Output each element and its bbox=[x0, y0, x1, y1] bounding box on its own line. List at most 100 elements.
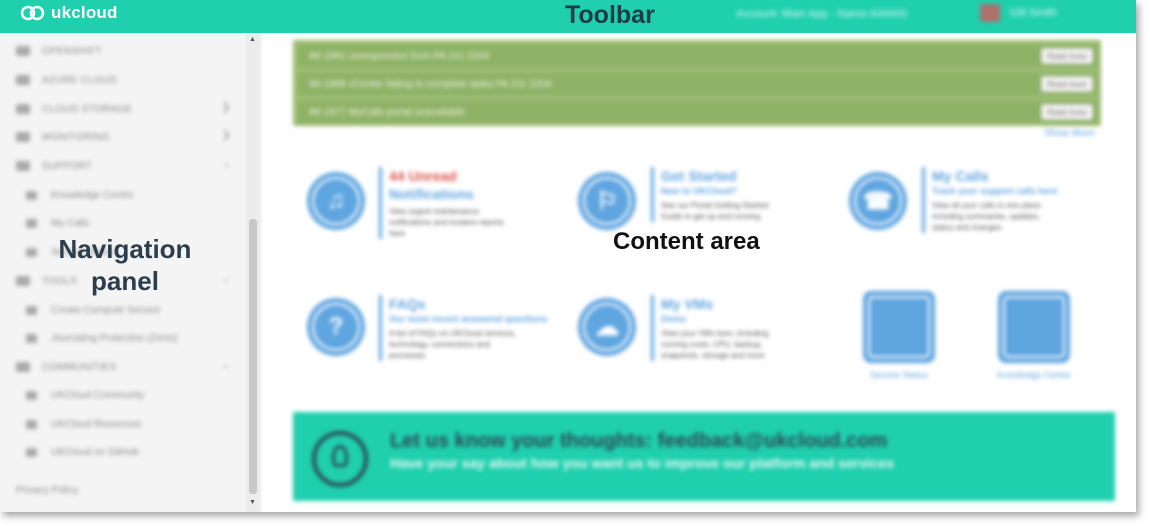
read-more-button[interactable]: Read more bbox=[1041, 48, 1093, 64]
nav-label: UKCloud Community bbox=[51, 389, 145, 401]
service-status-label[interactable]: Service Status bbox=[858, 370, 940, 380]
nav-item-monitoring[interactable]: MONITORING bbox=[16, 128, 110, 146]
tile-title: 44 Unread bbox=[389, 168, 457, 184]
cloud-icon[interactable]: ☁ bbox=[578, 298, 636, 356]
nav-label: COMMUNITIES bbox=[42, 361, 117, 373]
knowledge-centre-icon[interactable] bbox=[998, 291, 1070, 363]
question-icon[interactable]: ? bbox=[307, 298, 365, 356]
account-info[interactable]: Account: Main App - Name A00000 bbox=[736, 8, 907, 20]
chart-icon bbox=[26, 247, 37, 257]
logo-text: ukcloud bbox=[51, 3, 118, 22]
chevron-right-icon: ❯ bbox=[222, 102, 231, 113]
scroll-down-icon[interactable]: ▼ bbox=[249, 499, 256, 506]
nav-label: Knowledge Centre bbox=[51, 189, 134, 201]
monitoring-icon bbox=[16, 132, 30, 142]
alert-item[interactable]: IM-1977 MyCalls portal unavailable Read … bbox=[296, 99, 1099, 125]
journal-icon bbox=[26, 333, 37, 343]
tile-faqs[interactable]: FAQs Our most recent answered questions … bbox=[379, 295, 548, 361]
chevron-right-icon: ❯ bbox=[222, 130, 231, 141]
nav-label: MONITORING bbox=[42, 131, 110, 143]
toolbar-annotation: Toolbar bbox=[565, 1, 655, 29]
bell-glyph: ♫ bbox=[327, 187, 345, 214]
bell-icon[interactable]: ♫ bbox=[307, 172, 365, 230]
storage-icon bbox=[16, 104, 30, 114]
app-window: ukcloud Account: Main App - Name A00000 … bbox=[0, 0, 1136, 512]
nav-item-openshift[interactable]: OPENSHIFT bbox=[16, 42, 102, 60]
tile-subtitle: Track your support calls here bbox=[932, 186, 1058, 196]
nav-label: UKCloud on GitHub bbox=[51, 446, 139, 458]
question-glyph: ? bbox=[328, 313, 344, 340]
nav-item-knowledge-centre[interactable]: Knowledge Centre bbox=[26, 186, 133, 204]
map-glyph: ⚐ bbox=[596, 187, 618, 215]
tile-title: My Calls bbox=[932, 168, 989, 184]
navigation-panel: OPENSHIFT AZURE CLOUD CLOUD STORAGE ❯ MO… bbox=[0, 33, 262, 512]
user-name: Gill Smith bbox=[1010, 7, 1058, 19]
azure-icon bbox=[16, 75, 30, 85]
read-more-button[interactable]: Read more bbox=[1041, 104, 1093, 120]
knowledge-centre-label[interactable]: Knowledge Centre bbox=[978, 370, 1090, 380]
tile-my-calls[interactable]: My Calls Track your support calls here V… bbox=[922, 167, 1062, 233]
tile-subtitle: Our most recent answered questions bbox=[389, 314, 548, 324]
scrollbar-thumb[interactable] bbox=[249, 219, 257, 494]
compute-icon bbox=[26, 305, 37, 315]
nav-item-my-calls[interactable]: My Calls bbox=[26, 214, 89, 232]
show-more-link[interactable]: Show More bbox=[1044, 128, 1095, 139]
nav-item-communities[interactable]: COMMUNITIES bbox=[16, 358, 116, 376]
user-menu[interactable]: Gill Smith bbox=[980, 4, 1057, 22]
tile-title: FAQs bbox=[389, 296, 426, 312]
alert-text: IM-1977 MyCalls portal unavailable bbox=[309, 106, 466, 118]
scroll-up-icon[interactable]: ▲ bbox=[249, 36, 256, 43]
map-icon[interactable]: ⚐ bbox=[578, 172, 636, 230]
nav-item-ukcloud-resources[interactable]: UKCloud Resources bbox=[26, 415, 142, 433]
avatar-icon bbox=[980, 4, 1000, 22]
chevron-down-icon: ⌄ bbox=[222, 360, 231, 371]
nav-label: Journaling Protection (Zerto) bbox=[51, 332, 178, 344]
tile-notifications[interactable]: 44 Unread Notifications View urgent main… bbox=[379, 167, 519, 239]
alert-item[interactable]: IM-1998 vCenter failing to complete task… bbox=[296, 71, 1099, 97]
tile-subtitle: New to UKCloud? bbox=[661, 186, 737, 196]
nav-item-ukcloud-community[interactable]: UKCloud Community bbox=[26, 386, 144, 404]
content-area-annotation: Content area bbox=[613, 228, 760, 255]
phone-icon bbox=[26, 218, 37, 228]
alert-text: IM-1998 vCenter failing to complete task… bbox=[309, 78, 552, 90]
nav-label: SUPPORT bbox=[42, 160, 93, 172]
tile-get-started[interactable]: Get Started New to UKCloud? See our Port… bbox=[651, 167, 791, 222]
nav-item-cloud-storage[interactable]: CLOUD STORAGE bbox=[16, 100, 132, 118]
tile-subtitle: Notifications bbox=[389, 186, 474, 202]
nav-label: OPENSHIFT bbox=[42, 45, 102, 57]
book-icon bbox=[26, 190, 37, 200]
sidebar-scrollbar[interactable]: ▲ ▼ bbox=[246, 33, 260, 512]
content-area: IM-1991 unresponsive from PA 211 2204 Re… bbox=[262, 33, 1136, 512]
community-icon bbox=[16, 362, 30, 372]
nav-item-ukcloud-github[interactable]: UKCloud on GitHub bbox=[26, 443, 139, 461]
nav-label: UKCloud Resources bbox=[51, 418, 142, 430]
lightbulb-icon bbox=[312, 431, 368, 487]
tile-description: View all your calls in one place includi… bbox=[932, 201, 1041, 232]
nav-item-support[interactable]: SUPPORT bbox=[16, 157, 92, 175]
phone-icon[interactable]: ☎ bbox=[849, 172, 907, 230]
tile-description: View your VMs here, including running co… bbox=[661, 329, 769, 360]
tile-description: View urgent maintenance notifications an… bbox=[389, 207, 504, 238]
openshift-icon bbox=[16, 46, 30, 56]
nav-item-create-compute[interactable]: Create Compute Service bbox=[26, 301, 161, 319]
phone-glyph: ☎ bbox=[863, 187, 893, 215]
feedback-banner[interactable]: Let us know your thoughts: feedback@ukcl… bbox=[293, 412, 1115, 501]
ukcloud-logo[interactable]: ukcloud bbox=[20, 2, 118, 24]
tile-description: See our Portal Getting Started Guide to … bbox=[661, 201, 769, 221]
link-icon bbox=[26, 447, 37, 457]
service-status-icon[interactable] bbox=[863, 291, 935, 363]
nav-label: Create Compute Service bbox=[51, 304, 161, 316]
privacy-policy-link[interactable]: Privacy Policy bbox=[16, 485, 78, 496]
navigation-panel-annotation: Navigation panel bbox=[58, 234, 192, 296]
alerts-panel: IM-1991 unresponsive from PA 211 2204 Re… bbox=[293, 40, 1101, 126]
tile-title: Get Started bbox=[661, 168, 737, 184]
read-more-button[interactable]: Read more bbox=[1041, 76, 1093, 92]
nav-item-journaling[interactable]: Journaling Protection (Zerto) bbox=[26, 329, 178, 347]
nav-item-azure-cloud[interactable]: AZURE CLOUD bbox=[16, 71, 117, 89]
tile-my-vms[interactable]: My VMs Demo View your VMs here, includin… bbox=[651, 295, 791, 361]
chevron-down-icon: ⌄ bbox=[222, 274, 231, 285]
cloud-glyph: ☁ bbox=[595, 313, 619, 341]
nav-label: CLOUD STORAGE bbox=[42, 103, 133, 115]
chevron-down-icon: ⌄ bbox=[222, 159, 231, 170]
alert-item[interactable]: IM-1991 unresponsive from PA 211 2204 Re… bbox=[296, 43, 1099, 69]
